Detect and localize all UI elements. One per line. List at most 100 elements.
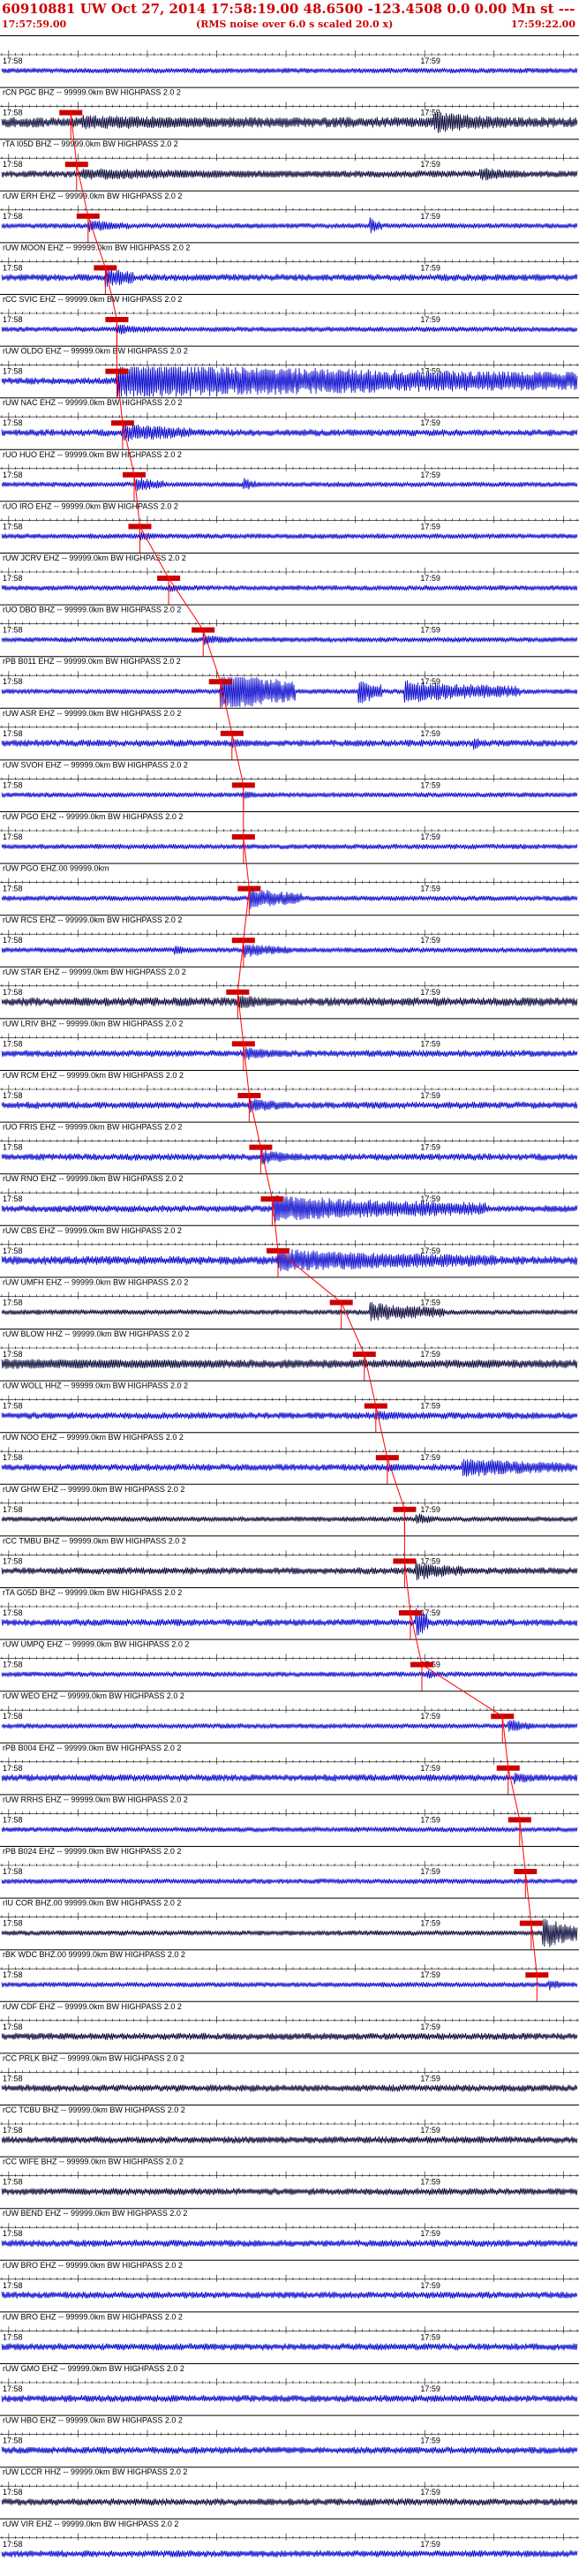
minute-label: 17:58 bbox=[3, 2281, 23, 2290]
minute-label: 17:59 bbox=[420, 2281, 440, 2290]
minute-label: 17:58 bbox=[3, 263, 23, 272]
minute-label: 17:59 bbox=[420, 2229, 440, 2238]
minute-label: 17:59 bbox=[420, 1091, 440, 1100]
trace-row: rUW ERH EHZ -- 99999.0km BW HIGHPASS 2.0… bbox=[0, 190, 579, 243]
minute-label: 17:59 bbox=[420, 1402, 440, 1411]
minute-label: 17:58 bbox=[3, 109, 23, 117]
minute-label: 17:58 bbox=[3, 315, 23, 324]
trace-row: rPB B024 EHZ -- 99999.0km BW HIGHPASS 2.… bbox=[0, 1846, 579, 1898]
station-label: rUW GHW EHZ -- 99999.0km BW HIGHPASS 2.0… bbox=[3, 1485, 184, 1494]
waveform bbox=[1, 2032, 578, 2040]
minute-label: 17:58 bbox=[3, 418, 23, 427]
minute-label: 17:58 bbox=[3, 160, 23, 169]
minute-label: 17:58 bbox=[3, 367, 23, 376]
minute-label: 17:59 bbox=[420, 56, 440, 65]
trace-row: rUW CDF EHZ -- 99999.0km BW HIGHPASS 2.0… bbox=[0, 2000, 579, 2040]
station-label: rUW NOO EHZ -- 99999.0km BW HIGHPASS 2.0… bbox=[3, 1433, 184, 1442]
station-label: rPB B004 EHZ -- 99999.0km BW HIGHPASS 2.… bbox=[3, 1744, 181, 1752]
minute-label: 17:59 bbox=[420, 1556, 440, 1565]
waveform bbox=[1, 1194, 578, 1222]
station-label: rUW BEND EHZ -- 99999.0km BW HIGHPASS 2.… bbox=[3, 2209, 187, 2218]
trace-row: rUW OLDO EHZ -- 99999.0km BW HIGHPASS 2.… bbox=[0, 345, 579, 398]
minute-label: 17:58 bbox=[3, 2126, 23, 2135]
trace-row: rUW RCS EHZ -- 99999.0km BW HIGHPASS 2.0… bbox=[0, 915, 579, 967]
waveform bbox=[1, 2394, 578, 2403]
minute-label: 17:59 bbox=[420, 2488, 440, 2497]
minute-label: 17:58 bbox=[3, 1815, 23, 1824]
minute-label: 17:59 bbox=[420, 1970, 440, 1979]
minute-label: 17:58 bbox=[3, 988, 23, 997]
station-label: rUW PGO EHZ.00 99999.0km bbox=[3, 864, 109, 873]
waveform bbox=[1, 2291, 578, 2299]
end-time: 17:59:22.00 bbox=[510, 19, 575, 30]
minute-label: 17:59 bbox=[420, 1350, 440, 1359]
station-label: rUW MOON EHZ -- 99999.0km BW HIGHPASS 2.… bbox=[3, 243, 190, 252]
station-label: rUO FRIS EHZ -- 99999.0km BW HIGHPASS 2.… bbox=[3, 1123, 182, 1132]
minute-label: 17:59 bbox=[420, 1712, 440, 1721]
waveform bbox=[1, 2240, 578, 2248]
minute-label: 17:58 bbox=[3, 2229, 23, 2238]
station-label: rUW OLDO EHZ -- 99999.0km BW HIGHPASS 2.… bbox=[3, 347, 188, 356]
minute-label: 17:58 bbox=[3, 2488, 23, 2497]
minute-label: 17:58 bbox=[3, 1970, 23, 1979]
trace-row: rTA I05D BHZ -- 99999.0km BW HIGHPASS 2.… bbox=[0, 139, 579, 191]
minute-label: 17:58 bbox=[3, 1402, 23, 1411]
minute-label: 17:59 bbox=[420, 522, 440, 531]
trace-row: rUW LRIV BHZ -- 99999.0km BW HIGHPASS 2.… bbox=[0, 1018, 579, 1070]
seismogram-page: 60910881 UW Oct 27, 2014 17:58:19.00 48.… bbox=[0, 0, 579, 2576]
trace-row: rCN PGC BHZ -- 99999.0km BW HIGHPASS 2.0… bbox=[0, 87, 579, 139]
minute-label: 17:59 bbox=[420, 418, 440, 427]
trace-row: rUO IRO EHZ -- 99999.0km BW HIGHPASS 2.0… bbox=[0, 501, 579, 553]
trace-row: rCC SVIC EHZ -- 99999.0km BW HIGHPASS 2.… bbox=[0, 294, 579, 346]
station-label: rCC PRLK BHZ -- 99999.0km BW HIGHPASS 2.… bbox=[3, 2053, 184, 2062]
station-label: rUW LRIV BHZ -- 99999.0km BW HIGHPASS 2.… bbox=[3, 1019, 183, 1028]
trace-row: 17:58 17:59 bbox=[0, 35, 579, 74]
minute-label: 17:58 bbox=[3, 780, 23, 789]
trace-row: rUW STAR EHZ -- 99999.0km BW HIGHPASS 2.… bbox=[0, 966, 579, 1019]
station-label: rUW ERH EHZ -- 99999.0km BW HIGHPASS 2.0… bbox=[3, 192, 182, 200]
station-label: rUO HUO EHZ -- 99999.0km BW HIGHPASS 2.0… bbox=[3, 450, 182, 459]
minute-label: 17:59 bbox=[420, 1298, 440, 1307]
waveform bbox=[1, 168, 578, 181]
minute-label: 17:58 bbox=[3, 885, 23, 893]
waveform bbox=[1, 1410, 578, 1420]
minute-label: 17:59 bbox=[420, 885, 440, 893]
trace-row: rCC PRLK BHZ -- 99999.0km BW HIGHPASS 2.… bbox=[0, 2053, 579, 2092]
station-label: rUW BLOW HHZ -- 99999.0km BW HIGHPASS 2.… bbox=[3, 1329, 189, 1338]
trace-row: rUW BRO EHZ -- 99999.0km BW HIGHPASS 2.0… bbox=[0, 2259, 579, 2299]
waveform bbox=[1, 633, 578, 645]
minute-label: 17:58 bbox=[3, 2332, 23, 2341]
trace-row: rUW JCRV EHZ -- 99999.0km BW HIGHPASS 2.… bbox=[0, 553, 579, 605]
station-label: rPB B011 EHZ -- 99999.0km BW HIGHPASS 2.… bbox=[3, 657, 181, 666]
minute-label: 17:58 bbox=[3, 1608, 23, 1617]
trace-row: rUW BEND EHZ -- 99999.0km BW HIGHPASS 2.… bbox=[0, 2208, 579, 2248]
trace-row: rUW PGO EHZ -- 99999.0km BW HIGHPASS 2.0… bbox=[0, 811, 579, 863]
minute-label: 17:59 bbox=[420, 780, 440, 789]
minute-label: 17:58 bbox=[3, 1298, 23, 1307]
station-label: rUW SVOH EHZ -- 99999.0km BW HIGHPASS 2.… bbox=[3, 760, 188, 769]
minute-label: 17:59 bbox=[420, 2074, 440, 2083]
minute-label: 17:59 bbox=[420, 1815, 440, 1824]
minute-label: 17:59 bbox=[420, 1764, 440, 1773]
minute-label: 17:59 bbox=[420, 471, 440, 479]
waveform bbox=[1, 323, 578, 335]
trace-row: rUW PGO EHZ.00 99999.0km 17:58 17:59 bbox=[0, 862, 579, 915]
waveform bbox=[1, 944, 578, 958]
waveform bbox=[1, 2446, 578, 2454]
minute-label: 17:58 bbox=[3, 1453, 23, 1462]
station-label: rUW STAR EHZ -- 99999.0km BW HIGHPASS 2.… bbox=[3, 968, 186, 976]
waveform bbox=[1, 843, 578, 850]
trace-row: rUW GMO EHZ -- 99999.0km BW HIGHPASS 2.0… bbox=[0, 2363, 579, 2403]
station-label: rUW BRO EHZ -- 99999.0km BW HIGHPASS 2.0… bbox=[3, 2312, 183, 2321]
trace-row: rUW RCM EHZ -- 99999.0km BW HIGHPASS 2.0… bbox=[0, 1070, 579, 1122]
station-label: rCC TMBU BHZ -- 99999.0km BW HIGHPASS 2.… bbox=[3, 1536, 186, 1545]
station-label: rPB B024 EHZ -- 99999.0km BW HIGHPASS 2.… bbox=[3, 1847, 181, 1856]
waveform bbox=[1, 1046, 578, 1060]
trace-row: rUW RNO EHZ -- 99999.0km BW HIGHPASS 2.0… bbox=[0, 1173, 579, 1225]
trace-row: rUW WEO EHZ -- 99999.0km BW HIGHPASS 2.0… bbox=[0, 1691, 579, 1743]
waveform bbox=[1, 1826, 578, 1834]
trace-row: rUW HBO EHZ -- 99999.0km BW HIGHPASS 2.0… bbox=[0, 2414, 579, 2454]
station-label: rUW VIR EHZ -- 99999.0km BW HIGHPASS 2.0… bbox=[3, 2520, 178, 2528]
waveform bbox=[1, 2084, 578, 2092]
minute-label: 17:58 bbox=[3, 936, 23, 945]
